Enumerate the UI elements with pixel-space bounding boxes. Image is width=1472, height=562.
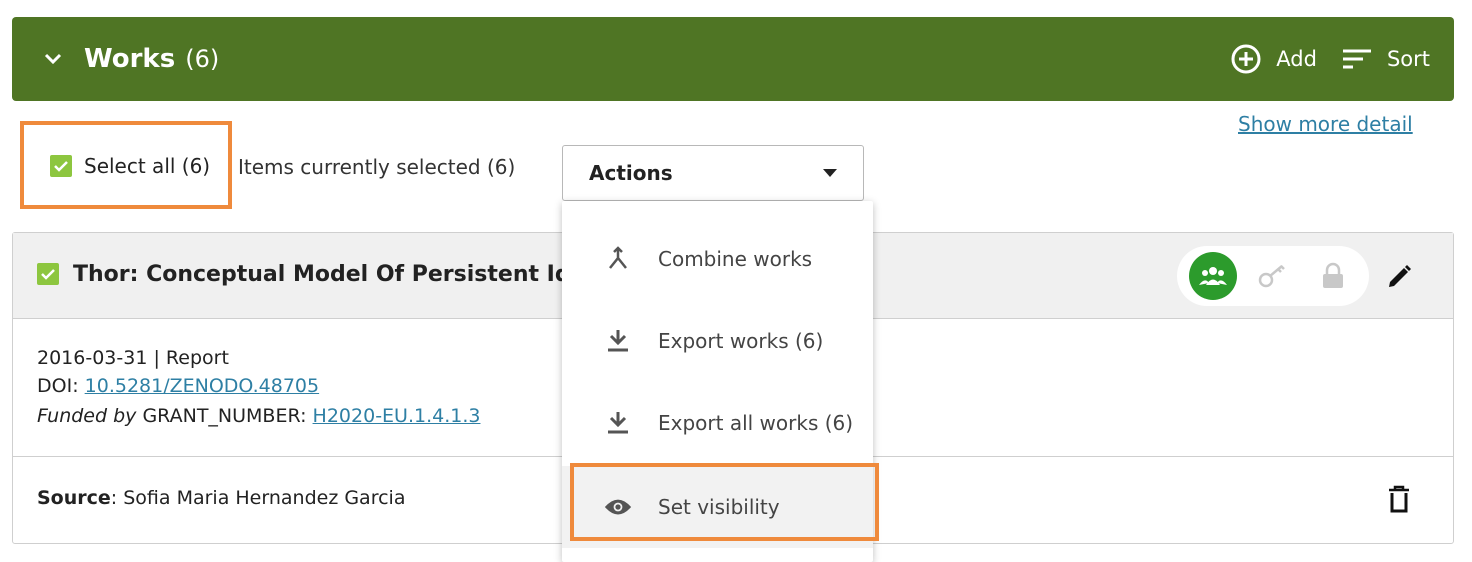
grant-link[interactable]: H2020-EU.1.4.1.3 (313, 405, 481, 427)
set-visibility-highlight (570, 463, 879, 541)
merge-icon (604, 245, 632, 273)
work-date: 2016-03-31 (37, 347, 148, 369)
combine-works-item[interactable]: Combine works (562, 218, 873, 300)
grant-label: GRANT_NUMBER: (142, 405, 307, 427)
doi-line: DOI: 10.5281/ZENODO.48705 (37, 375, 319, 397)
export-all-works-item[interactable]: Export all works (6) (562, 382, 873, 464)
select-all-label: Select all (6) (84, 154, 211, 178)
work-checkbox[interactable] (37, 263, 59, 285)
section-count: (6) (185, 45, 220, 73)
sort-button[interactable]: Sort (1341, 47, 1430, 71)
download-icon (604, 409, 632, 437)
section-title: Works (84, 44, 176, 74)
source-line: Source: Sofia Maria Hernandez Garcia (37, 487, 405, 509)
doi-label: DOI: (37, 375, 79, 397)
funded-by-label: Funded by (37, 405, 137, 427)
download-icon (604, 327, 632, 355)
add-circle-icon (1231, 44, 1261, 74)
source-colon: : (110, 487, 124, 509)
export-all-works-label: Export all works (6) (658, 411, 854, 435)
trash-icon (1389, 485, 1409, 513)
work-title[interactable]: Thor: Conceptual Model Of Persistent Ide (73, 262, 593, 287)
sort-icon (1342, 49, 1371, 69)
add-button[interactable]: Add (1230, 43, 1317, 75)
select-all-checkbox[interactable]: Select all (6) (50, 154, 210, 178)
source-label: Source (37, 487, 111, 509)
edit-button[interactable] (1385, 263, 1413, 295)
actions-dropdown[interactable]: Actions (562, 145, 864, 201)
funding-line: Funded by GRANT_NUMBER: H2020-EU.1.4.1.3 (37, 405, 480, 427)
visibility-private-button[interactable] (1309, 252, 1357, 300)
export-works-label: Export works (6) (658, 329, 824, 353)
combine-works-label: Combine works (658, 247, 813, 271)
lock-icon (1323, 262, 1343, 288)
people-icon (1199, 267, 1227, 285)
visibility-everyone-button[interactable] (1189, 252, 1237, 300)
actions-label: Actions (589, 161, 673, 185)
checked-checkbox-icon (50, 155, 72, 177)
visibility-selector (1177, 246, 1369, 306)
work-meta-line: 2016-03-31 | Report (37, 347, 229, 369)
doi-link[interactable]: 10.5281/ZENODO.48705 (85, 375, 319, 397)
chevron-down-icon[interactable] (42, 48, 64, 70)
pencil-icon (1389, 265, 1411, 287)
export-works-item[interactable]: Export works (6) (562, 300, 873, 382)
key-icon (1258, 265, 1285, 288)
selected-count-text: Items currently selected (6) (238, 155, 516, 179)
show-more-detail-link[interactable]: Show more detail (1238, 112, 1413, 136)
source-name: Sofia Maria Hernandez Garcia (123, 487, 406, 509)
sort-label: Sort (1386, 47, 1430, 71)
works-header: Works (6) Add Sort (12, 17, 1454, 101)
delete-button[interactable] (1387, 485, 1411, 518)
work-type: Report (165, 347, 229, 369)
add-label: Add (1276, 47, 1317, 71)
visibility-trusted-button[interactable] (1249, 252, 1297, 300)
caret-down-icon (823, 169, 837, 177)
meta-separator: | (153, 347, 166, 369)
